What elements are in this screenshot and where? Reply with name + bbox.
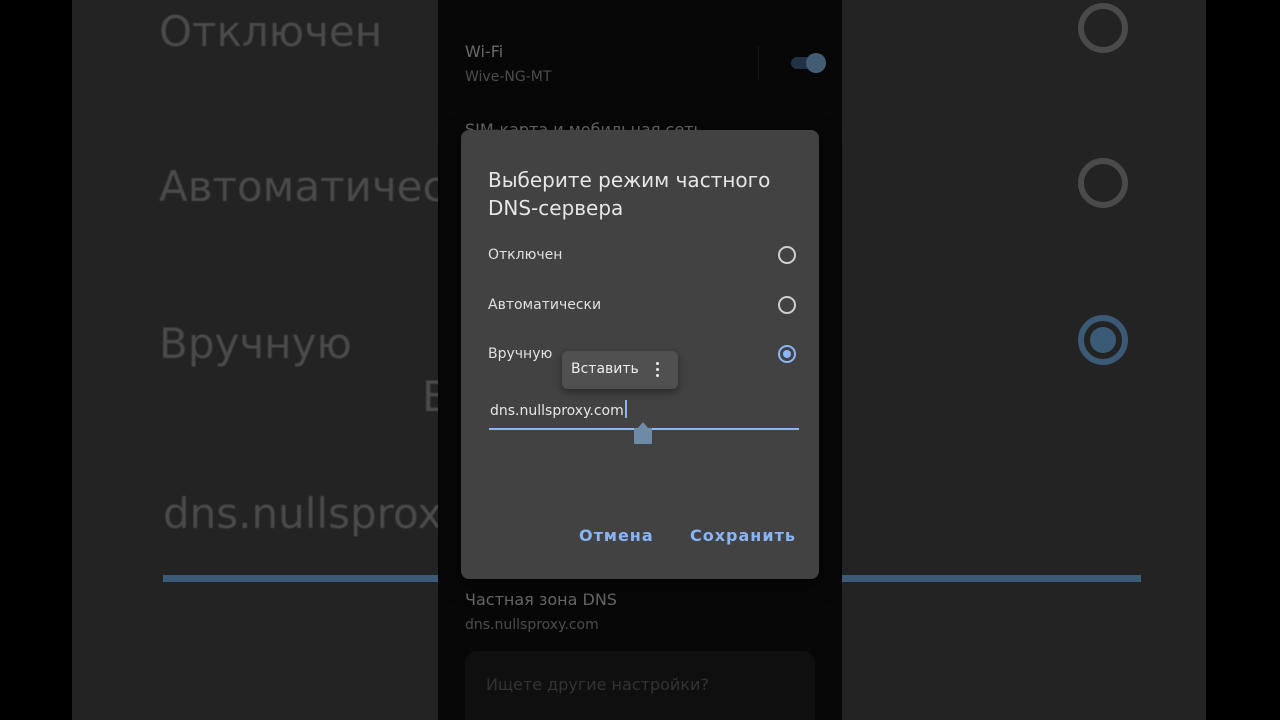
bg-radio-off — [1078, 3, 1128, 53]
more-dot-3 — [656, 374, 659, 377]
handle-cap — [634, 428, 652, 444]
hostname-value-wrap: dns.nullsproxy.com — [490, 400, 627, 419]
paste-button[interactable]: Вставить — [571, 361, 639, 377]
video-frame: Отключен Автоматичес Вручную В dns.nulls… — [0, 0, 1280, 720]
hostname-input[interactable]: dns.nullsproxy.com — [489, 396, 799, 444]
more-dot-1 — [656, 362, 659, 365]
private-dns-dialog: Выберите режим частного DNS-сервера Откл… — [461, 130, 819, 579]
save-button[interactable]: Сохранить — [690, 526, 796, 545]
text-caret — [624, 400, 627, 418]
option-manual-label[interactable]: Вручную — [488, 346, 552, 362]
paste-popup: Вставить — [562, 351, 678, 389]
hostname-value: dns.nullsproxy.com — [490, 403, 624, 419]
bg-option-auto-label: Автоматичес — [159, 162, 446, 211]
cancel-button[interactable]: Отмена — [579, 526, 654, 545]
bg-radio-manual — [1078, 315, 1128, 365]
bg-radio-auto — [1078, 158, 1128, 208]
radio-manual[interactable] — [778, 345, 796, 363]
radio-auto[interactable] — [778, 296, 796, 314]
text-selection-handle[interactable] — [634, 422, 652, 444]
dialog-title: Выберите режим частного DNS-сервера — [488, 168, 771, 220]
more-dot-2 — [656, 368, 659, 371]
option-auto-label[interactable]: Автоматически — [488, 297, 601, 313]
option-off-label[interactable]: Отключен — [488, 247, 562, 263]
radio-off[interactable] — [778, 246, 796, 264]
bg-option-manual-label: Вручную — [159, 319, 352, 368]
more-vert-icon[interactable] — [652, 359, 664, 381]
bg-hostname-fragment: dns.nullsprox — [163, 489, 443, 538]
bg-option-off-label: Отключен — [159, 7, 383, 56]
